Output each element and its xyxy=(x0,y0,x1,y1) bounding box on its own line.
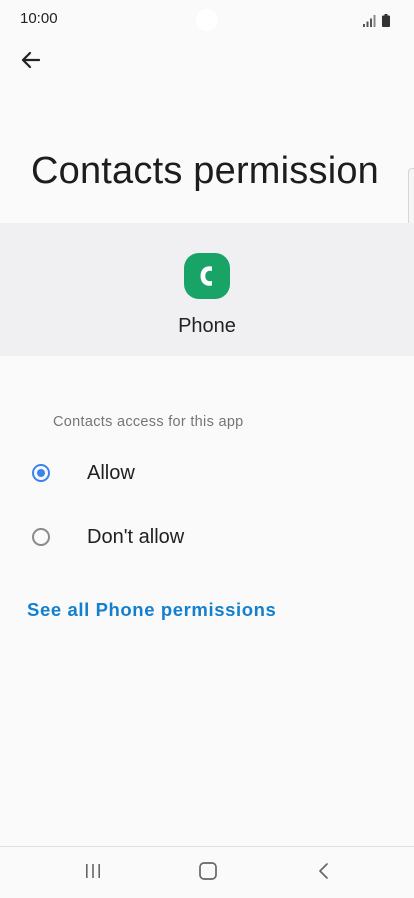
recents-icon xyxy=(84,863,102,884)
see-all-permissions-link[interactable]: See all Phone permissions xyxy=(27,599,276,621)
home-icon xyxy=(198,861,218,886)
nav-back-button[interactable] xyxy=(304,859,344,887)
status-icons xyxy=(363,11,390,27)
dont-allow-option[interactable]: Don't allow xyxy=(0,509,414,565)
home-button[interactable] xyxy=(188,859,228,887)
section-header: Contacts access for this app xyxy=(53,414,244,430)
allow-option[interactable]: Allow xyxy=(0,445,414,501)
dont-allow-radio[interactable] xyxy=(32,528,50,546)
signal-icon xyxy=(363,15,376,27)
allow-radio[interactable] xyxy=(32,464,50,482)
app-header: Phone xyxy=(0,223,414,356)
app-name: Phone xyxy=(178,315,236,337)
allow-label: Allow xyxy=(87,461,135,484)
recents-button[interactable] xyxy=(73,859,113,887)
status-bar: 10:00 xyxy=(0,0,414,38)
arrow-left-icon xyxy=(20,51,41,74)
back-icon xyxy=(317,862,331,885)
camera-cutout xyxy=(196,9,218,31)
status-time: 10:00 xyxy=(20,10,58,27)
page-title: Contacts permission xyxy=(30,150,380,192)
navigation-bar xyxy=(0,846,414,898)
battery-icon xyxy=(382,14,390,27)
dont-allow-label: Don't allow xyxy=(87,525,185,548)
phone-app-icon xyxy=(184,253,230,299)
back-button[interactable] xyxy=(12,44,48,80)
